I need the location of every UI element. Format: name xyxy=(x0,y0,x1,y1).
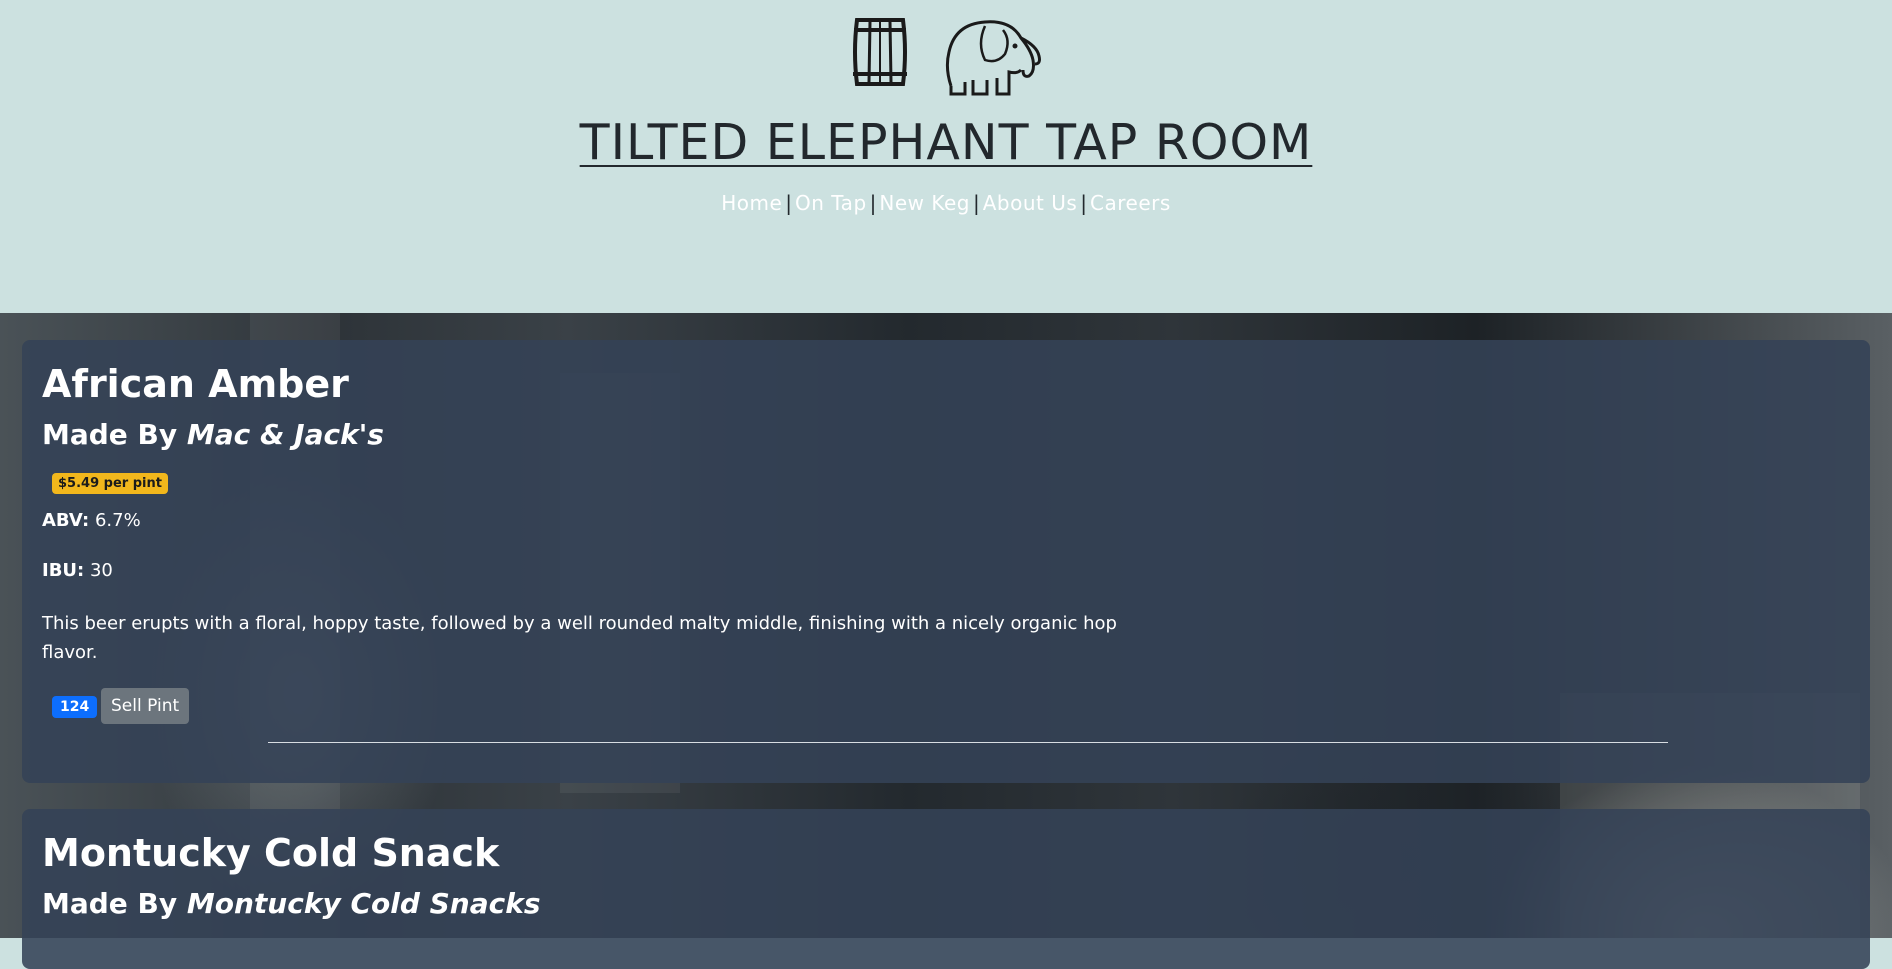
main-nav: Home | On Tap | New Keg | About Us | Careers xyxy=(0,191,1892,215)
nav-separator: | xyxy=(785,191,792,215)
beer-description: This beer erupts with a floral, hoppy ta… xyxy=(42,613,1117,663)
beer-card: Montucky Cold Snack Made By Montucky Col… xyxy=(22,809,1870,969)
title-text: TILTED ELEPHANT TAP ROOM xyxy=(579,114,1313,171)
nav-about-us[interactable]: About Us xyxy=(983,191,1078,215)
card-divider xyxy=(268,742,1668,743)
made-by-prefix: Made By xyxy=(42,418,178,451)
abv-value: 6.7% xyxy=(94,510,141,531)
elephant-icon xyxy=(945,20,1041,96)
brewer-name: Montucky Cold Snacks xyxy=(186,887,541,920)
abv-stat: ABV: 6.7% xyxy=(42,510,141,531)
barrel-icon xyxy=(853,18,908,86)
beer-name: Montucky Cold Snack xyxy=(42,831,500,875)
brewer-name: Mac & Jack's xyxy=(186,418,384,451)
page-title: TILTED ELEPHANT TAP ROOM xyxy=(0,114,1892,171)
nav-separator: | xyxy=(973,191,980,215)
nav-separator: | xyxy=(1080,191,1088,215)
ibu-label: IBU: xyxy=(42,560,85,581)
beer-name: African Amber xyxy=(42,362,349,406)
beer-maker: Made By Mac & Jack's xyxy=(42,418,384,451)
ibu-value: 30 xyxy=(89,560,113,581)
nav-careers[interactable]: Careers xyxy=(1090,191,1171,215)
price-badge: $5.49 per pint xyxy=(52,473,168,494)
nav-separator: | xyxy=(869,191,877,215)
made-by-prefix: Made By xyxy=(42,887,178,920)
pints-count-badge: 124 xyxy=(52,696,98,718)
ibu-stat: IBU: 30 xyxy=(42,560,113,581)
nav-home[interactable]: Home xyxy=(721,191,782,215)
site-header: TILTED ELEPHANT TAP ROOM Home | On Tap | New… xyxy=(0,0,1892,313)
abv-label: ABV: xyxy=(42,510,90,531)
logo-group xyxy=(0,16,1892,96)
sell-pint-button[interactable]: Sell Pint xyxy=(101,688,190,724)
nav-new-keg[interactable]: New Keg xyxy=(879,191,970,215)
nav-on-tap[interactable]: On Tap xyxy=(795,191,867,215)
beer-card: African Amber Made By Mac & Jack's $5.49… xyxy=(22,340,1870,783)
beer-maker: Made By Montucky Cold Snacks xyxy=(42,887,541,920)
